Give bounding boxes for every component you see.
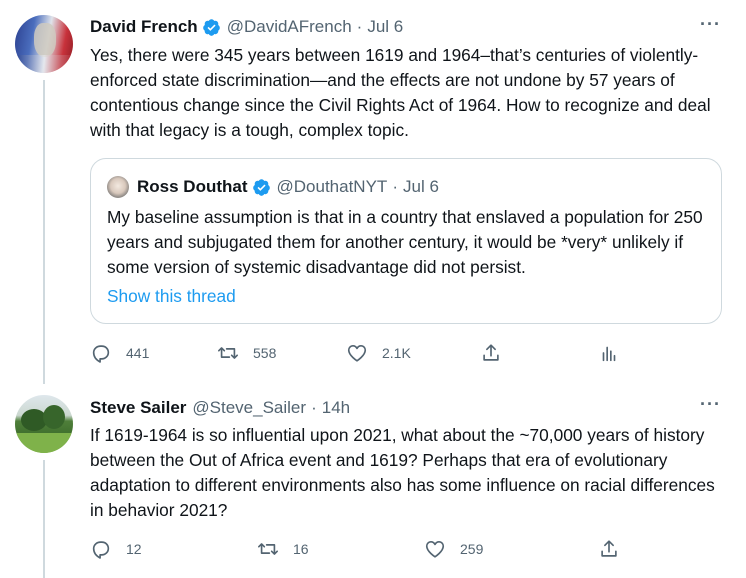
retweet-icon [258,543,278,555]
reply-count: 441 [126,345,150,361]
tweet-text: Yes, there were 345 years between 1619 a… [90,45,711,140]
reply-button[interactable]: 441 [90,342,149,364]
separator: · [392,177,398,196]
tweet-date[interactable]: 14h [322,398,350,418]
avatar[interactable] [15,15,73,73]
tweet-date[interactable]: Jul 6 [367,17,403,37]
avatar [107,176,129,198]
reply-icon [92,541,110,559]
share-icon [601,540,617,557]
quote-header: Ross Douthat @DouthatNYT · Jul 6 [107,176,439,198]
retweet-count: 558 [253,345,277,361]
share-button[interactable] [480,342,502,364]
author-handle: @DouthatNYT [276,177,388,196]
retweet-button[interactable]: 16 [257,538,309,560]
reply-count: 12 [126,541,142,557]
verified-icon [252,178,270,196]
reply-button[interactable]: 12 [90,538,142,560]
quote-text: My baseline assumption is that in a coun… [107,207,703,277]
tweet-header: Steve Sailer @Steve_Sailer · 14h [90,398,350,418]
tweet-header: David French @DavidAFrench · Jul 6 [90,17,403,37]
retweet-button[interactable]: 558 [217,342,276,364]
like-button[interactable]: 2.1K [346,342,411,364]
separator: · [311,398,317,417]
show-thread-link[interactable]: Show this thread [107,286,236,307]
thread-line-bottom [43,460,45,578]
like-count: 259 [460,541,484,557]
author-handle[interactable]: @Steve_Sailer [192,398,306,418]
like-count: 2.1K [382,345,411,361]
separator: · [356,17,363,36]
retweet-icon [218,347,238,359]
like-icon [425,541,445,558]
like-button[interactable]: 259 [424,538,483,560]
tweet-date: Jul 6 [402,177,439,196]
quoted-tweet[interactable]: Ross Douthat @DouthatNYT · Jul 6 My base… [90,158,722,324]
analytics-icon [602,346,616,362]
verified-icon [202,18,220,36]
author-name[interactable]: David French [90,17,198,37]
author-name[interactable]: Steve Sailer [90,398,186,418]
retweet-count: 16 [293,541,309,557]
more-icon[interactable]: ··· [700,14,721,35]
tweet-text: If 1619-1964 is so influential upon 2021… [90,425,715,520]
reply-icon [92,345,110,363]
avatar[interactable] [15,395,73,453]
thread-line [43,80,45,384]
share-icon [483,344,499,361]
more-icon[interactable]: ··· [700,394,721,415]
analytics-button[interactable] [598,342,620,364]
share-button[interactable] [598,538,620,560]
author-handle[interactable]: @DavidAFrench [227,17,352,37]
author-name: Ross Douthat [137,177,248,196]
like-icon [347,345,367,362]
